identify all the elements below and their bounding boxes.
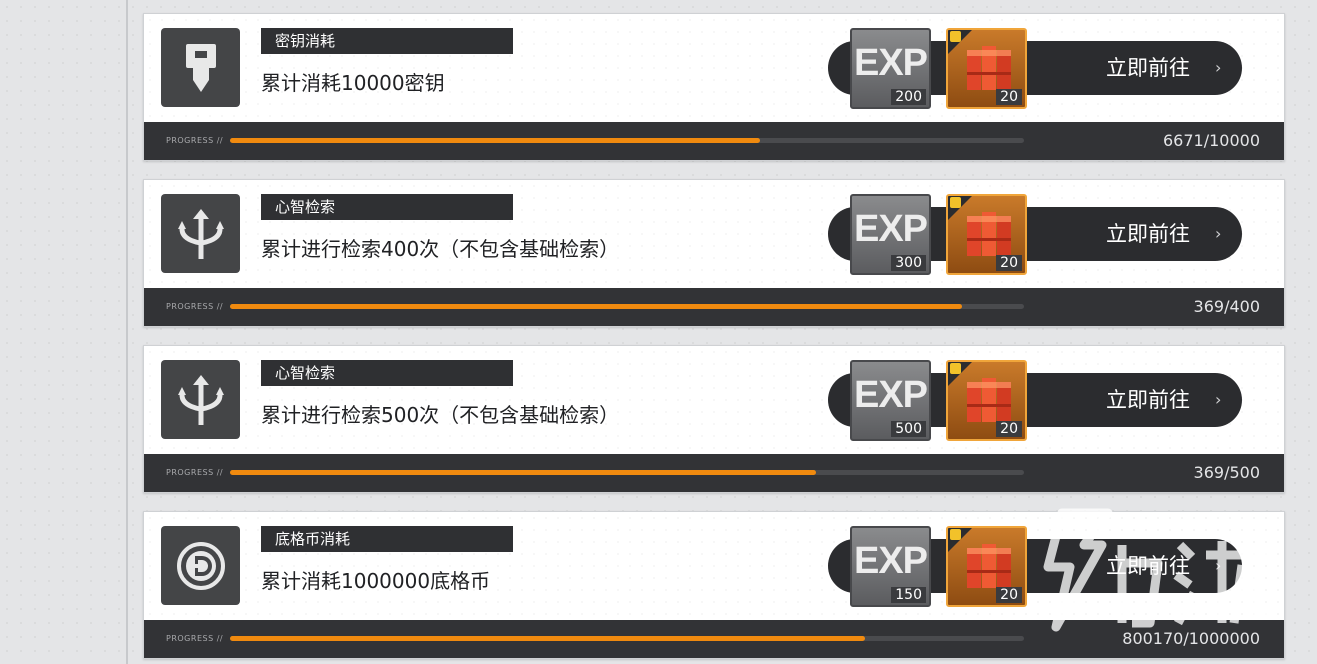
task-description: 累计进行检索400次（不包含基础检索） — [261, 237, 620, 261]
exp-reward-tile[interactable]: EXP 150 — [850, 526, 931, 607]
package-icon — [950, 363, 961, 374]
chevron-right-icon: › — [1215, 224, 1222, 243]
progress-bar: PROGRESS // 369/500 — [144, 454, 1284, 492]
exp-label: EXP — [853, 540, 928, 582]
exp-amount: 200 — [891, 89, 926, 105]
package-icon — [950, 197, 961, 208]
item-amount: 20 — [996, 255, 1022, 271]
progress-label: PROGRESS // — [166, 634, 224, 643]
item-reward-tile[interactable]: 20 — [946, 360, 1027, 441]
item-amount: 20 — [996, 587, 1022, 603]
trident-icon — [161, 194, 240, 273]
progress-fill — [230, 636, 866, 641]
progress-count: 800170/1000000 — [1122, 629, 1260, 648]
go-button-label[interactable]: 立即前往 — [1106, 41, 1190, 95]
exp-amount: 500 — [891, 421, 926, 437]
go-button-label[interactable]: 立即前往 — [1106, 373, 1190, 427]
task-card-search-500: 心智检索 累计进行检索500次（不包含基础检索） EXP 500 20 立即前往… — [143, 345, 1285, 493]
progress-bar: PROGRESS // 369/400 — [144, 288, 1284, 326]
exp-label: EXP — [853, 42, 928, 84]
exp-amount: 300 — [891, 255, 926, 271]
progress-track — [230, 470, 1024, 475]
progress-track — [230, 304, 1024, 309]
task-category: 底格币消耗 — [261, 526, 513, 552]
progress-track — [230, 636, 1024, 641]
chevron-right-icon: › — [1215, 390, 1222, 409]
progress-fill — [230, 470, 816, 475]
task-category: 密钥消耗 — [261, 28, 513, 54]
side-divider — [126, 0, 128, 664]
exp-label: EXP — [853, 208, 928, 250]
progress-count: 369/500 — [1193, 463, 1260, 482]
exp-reward-tile[interactable]: EXP 200 — [850, 28, 931, 109]
item-reward-tile[interactable]: 20 — [946, 526, 1027, 607]
progress-label: PROGRESS // — [166, 302, 224, 311]
package-icon — [950, 529, 961, 540]
progress-label: PROGRESS // — [166, 468, 224, 477]
progress-label: PROGRESS // — [166, 136, 224, 145]
task-description: 累计消耗10000密钥 — [261, 71, 445, 95]
package-icon — [950, 31, 961, 42]
progress-count: 369/400 — [1193, 297, 1260, 316]
key-icon — [161, 28, 240, 107]
exp-reward-tile[interactable]: EXP 500 — [850, 360, 931, 441]
item-reward-tile[interactable]: 20 — [946, 194, 1027, 275]
task-description: 累计消耗1000000底格币 — [261, 569, 491, 593]
item-amount: 20 — [996, 89, 1022, 105]
progress-fill — [230, 304, 963, 309]
chevron-right-icon: › — [1215, 556, 1222, 575]
task-description: 累计进行检索500次（不包含基础检索） — [261, 403, 620, 427]
progress-bar: PROGRESS // 6671/10000 — [144, 122, 1284, 160]
exp-reward-tile[interactable]: EXP 300 — [850, 194, 931, 275]
exp-amount: 150 — [891, 587, 926, 603]
chevron-right-icon: › — [1215, 58, 1222, 77]
item-amount: 20 — [996, 421, 1022, 437]
task-category: 心智检索 — [261, 360, 513, 386]
task-card-coin: 底格币消耗 累计消耗1000000底格币 EXP 150 20 立即前往 › P… — [143, 511, 1285, 659]
task-card-key: 密钥消耗 累计消耗10000密钥 EXP 200 20 立即前往 › PROGR… — [143, 13, 1285, 161]
trident-icon — [161, 360, 240, 439]
progress-fill — [230, 138, 760, 143]
go-button-label[interactable]: 立即前往 — [1106, 539, 1190, 593]
progress-bar: PROGRESS // 800170/1000000 — [144, 620, 1284, 658]
progress-track — [230, 138, 1024, 143]
coin-icon — [161, 526, 240, 605]
exp-label: EXP — [853, 374, 928, 416]
item-reward-tile[interactable]: 20 — [946, 28, 1027, 109]
task-card-search-400: 心智检索 累计进行检索400次（不包含基础检索） EXP 300 20 立即前往… — [143, 179, 1285, 327]
progress-count: 6671/10000 — [1162, 131, 1260, 150]
go-button-label[interactable]: 立即前往 — [1106, 207, 1190, 261]
task-category: 心智检索 — [261, 194, 513, 220]
